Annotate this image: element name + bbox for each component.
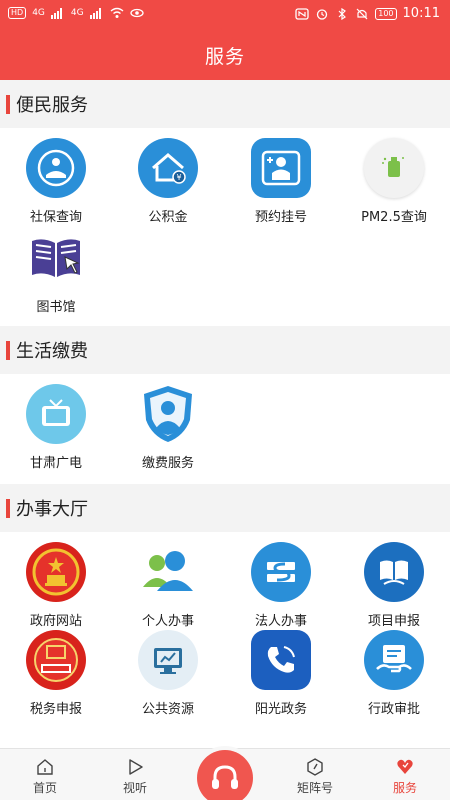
service-label: 公共资源 xyxy=(141,702,194,717)
nav-label: 视听 xyxy=(122,781,147,795)
svg-text:¥: ¥ xyxy=(176,173,181,182)
housing-fund-icon: ¥ xyxy=(138,138,198,198)
section-title: 生活缴费 xyxy=(16,341,88,362)
nav-label: 首页 xyxy=(32,781,57,795)
service-label: 政府网站 xyxy=(29,614,82,629)
service-tax[interactable]: 税务申报 xyxy=(0,630,112,717)
project-book-icon xyxy=(364,542,424,602)
social-security-icon xyxy=(26,138,86,198)
page-title: 服务 xyxy=(204,45,245,68)
service-admin-approval[interactable]: 行政审批 xyxy=(338,630,450,717)
alarm-icon xyxy=(317,8,328,20)
nav-matrix[interactable]: 矩阵号 xyxy=(270,757,360,796)
service-label: 缴费服务 xyxy=(141,456,194,471)
service-label: 公积金 xyxy=(148,210,188,225)
section-header-life-payment: 生活缴费 xyxy=(0,326,450,374)
status-time: 10:11 xyxy=(402,6,440,21)
service-social-security[interactable]: 社保查询 xyxy=(0,138,112,225)
service-gov-website[interactable]: 政府网站 xyxy=(0,542,112,629)
nav-label: 服务 xyxy=(392,781,417,795)
service-pm25[interactable]: PM2.5查询 xyxy=(338,138,450,225)
status-bar: HD 4G 4G 100 10:11 xyxy=(0,0,450,30)
doctor-appointment-icon xyxy=(251,138,311,198)
service-label: 甘肃广电 xyxy=(29,456,82,471)
approval-icon xyxy=(364,630,424,690)
national-emblem-icon xyxy=(26,542,86,602)
center-action-button[interactable] xyxy=(197,750,253,800)
payment-shield-icon xyxy=(138,384,198,444)
nav-service[interactable]: 服务 xyxy=(360,757,450,796)
people-icon xyxy=(138,542,198,602)
service-label: 项目申报 xyxy=(367,614,420,629)
service-payment[interactable]: 缴费服务 xyxy=(112,384,224,471)
signal-icon-2 xyxy=(89,8,101,19)
service-legal-entity[interactable]: 法人办事 xyxy=(225,542,337,629)
status-right: 100 10:11 xyxy=(295,6,440,21)
service-label: PM2.5查询 xyxy=(361,210,427,225)
signal-label-2: 4G xyxy=(70,8,84,18)
life-payment-grid: 甘肃广电 缴费服务 xyxy=(0,374,450,478)
hd-badge: HD xyxy=(8,7,27,19)
legal-entity-icon xyxy=(251,542,311,602)
service-label: 个人办事 xyxy=(141,614,194,629)
library-book-icon xyxy=(26,228,86,288)
service-gansu-tv[interactable]: 甘肃广电 xyxy=(0,384,112,471)
service-appointment[interactable]: 预约挂号 xyxy=(225,138,337,225)
service-label: 法人办事 xyxy=(254,614,307,629)
nav-home[interactable]: 首页 xyxy=(0,757,90,796)
service-label: 图书馆 xyxy=(36,300,76,315)
convenience-grid: 社保查询 ¥ 公积金 预约挂号 PM2.5查询 图书馆 xyxy=(0,128,450,320)
battery-indicator: 100 xyxy=(375,7,397,20)
service-heart-icon xyxy=(397,759,413,774)
home-icon xyxy=(37,759,53,775)
tv-icon xyxy=(26,384,86,444)
service-label: 行政审批 xyxy=(367,702,420,717)
service-label: 社保查询 xyxy=(29,210,82,225)
air-quality-icon xyxy=(364,138,424,198)
bluetooth-icon xyxy=(338,7,347,20)
service-label: 阳光政务 xyxy=(254,702,307,717)
service-label: 税务申报 xyxy=(29,702,82,717)
tax-icon xyxy=(26,630,86,690)
service-project-apply[interactable]: 项目申报 xyxy=(338,542,450,629)
section-title: 便民服务 xyxy=(16,95,88,116)
signal-icon xyxy=(50,8,62,19)
section-header-convenience: 便民服务 xyxy=(0,80,450,128)
service-housing-fund[interactable]: ¥ 公积金 xyxy=(112,138,224,225)
public-resource-icon xyxy=(138,630,198,690)
wifi-icon xyxy=(110,7,124,18)
eye-icon xyxy=(129,8,144,18)
section-accent-bar xyxy=(6,94,10,114)
signal-label-1: 4G xyxy=(32,8,45,18)
section-title: 办事大厅 xyxy=(16,499,88,520)
mute-bell-icon xyxy=(356,8,368,19)
play-icon xyxy=(129,759,143,775)
section-header-service-hall: 办事大厅 xyxy=(0,484,450,532)
compass-icon xyxy=(307,758,323,776)
nav-video[interactable]: 视听 xyxy=(90,757,180,796)
service-sunshine-gov[interactable]: 阳光政务 xyxy=(225,630,337,717)
service-label: 预约挂号 xyxy=(254,210,307,225)
nav-label: 矩阵号 xyxy=(296,781,333,795)
service-library[interactable]: 图书馆 xyxy=(0,228,112,315)
section-accent-bar xyxy=(6,498,10,518)
section-accent-bar xyxy=(6,340,10,360)
title-bar: 服务 xyxy=(0,30,450,80)
service-personal[interactable]: 个人办事 xyxy=(112,542,224,629)
service-public-resource[interactable]: 公共资源 xyxy=(112,630,224,717)
phone-icon xyxy=(251,630,311,690)
nfc-icon xyxy=(295,7,309,20)
status-left: HD 4G 4G xyxy=(8,7,144,19)
headset-icon xyxy=(212,765,238,789)
service-hall-grid: 政府网站 个人办事 法人办事 项目申报 税务申报 公共资源 阳光政务 行政审批 xyxy=(0,532,450,742)
